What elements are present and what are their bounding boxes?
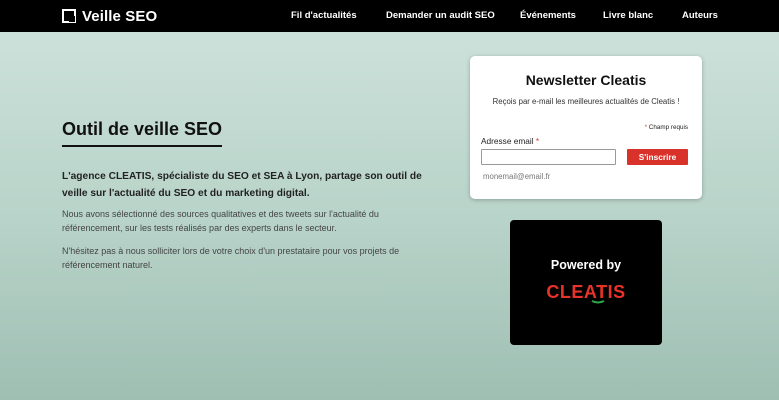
site-name: Veille SEO	[82, 7, 158, 25]
email-field-label: Adresse email *	[481, 136, 539, 146]
powered-by-label: Powered by	[550, 258, 622, 272]
subscribe-button[interactable]: S'inscrire	[627, 149, 688, 165]
page-title: Outil de veille SEO	[62, 119, 223, 147]
newsletter-description: Reçois par e-mail les meilleures actuali…	[492, 97, 680, 106]
powered-by-panel[interactable]: Powered by CLEATIS	[510, 220, 662, 345]
email-label-text: Adresse email	[481, 136, 534, 146]
email-required-star-icon: *	[535, 136, 540, 146]
site-logo[interactable]: Veille SEO	[62, 8, 157, 25]
required-field-label: Champ requis	[648, 124, 688, 131]
intro-paragraph-contact: N'hésitez pas à nous solliciter lors de …	[62, 246, 400, 270]
nav-link-evenements[interactable]: Événements	[520, 10, 576, 21]
nav-link-audit-seo[interactable]: Demander un audit SEO	[386, 10, 495, 21]
nav-link-auteurs[interactable]: Auteurs	[682, 10, 718, 21]
nav-link-livre-blanc[interactable]: Livre blanc	[603, 10, 653, 21]
cleatis-logo-text: CLEATIS	[546, 282, 625, 302]
newsletter-title: Newsletter Cleatis	[525, 72, 647, 88]
cleatis-logo: CLEATIS	[546, 282, 625, 304]
nav-link-actualites[interactable]: Fil d'actualités	[291, 10, 357, 21]
square-logo-icon	[62, 9, 76, 23]
required-star-icon: *	[644, 124, 648, 131]
email-input[interactable]	[481, 149, 616, 165]
intro-lead-text: L'agence CLEATIS, spécialiste du SEO et …	[62, 171, 422, 199]
top-navigation-bar: Veille SEO Fil d'actualités Demander un …	[0, 0, 779, 32]
intro-paragraph-sources: Nous avons sélectionné des sources quali…	[62, 209, 379, 233]
email-format-hint: monemail@email.fr	[483, 172, 551, 181]
required-field-note: * Champ requis	[645, 124, 688, 131]
newsletter-card: Newsletter Cleatis Reçois par e-mail les…	[470, 56, 702, 199]
